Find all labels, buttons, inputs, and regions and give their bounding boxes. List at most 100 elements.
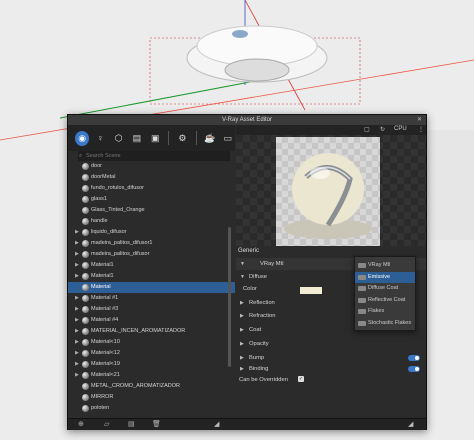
preview-toolbar: ▢ ↻ CPU ⋮ bbox=[236, 125, 426, 135]
save-icon[interactable]: ▤ bbox=[128, 420, 135, 428]
material-list-item[interactable]: MIRROR bbox=[68, 392, 235, 403]
material-list-item[interactable]: ▶ madeira_palitos_difusor bbox=[68, 249, 235, 260]
layer-menu-label: Flakes bbox=[368, 308, 385, 314]
chevron-right-icon[interactable]: ▶ bbox=[75, 304, 79, 315]
color-swatch[interactable] bbox=[300, 287, 322, 294]
material-list-item[interactable]: ▶ Material<12 bbox=[68, 348, 235, 359]
section-label: Opacity bbox=[249, 341, 269, 347]
material-sphere-icon bbox=[82, 185, 89, 192]
material-label: Material #3 bbox=[91, 306, 119, 312]
material-list-item[interactable]: ▶ madeira_palitos_difusor1 bbox=[68, 238, 235, 249]
property-section-5[interactable]: ▶ Opacity bbox=[236, 338, 426, 350]
chevron-right-icon[interactable]: ▶ bbox=[75, 238, 79, 249]
layer-menu-item[interactable]: VRay Mtl bbox=[355, 260, 415, 271]
material-list-item[interactable]: poloten bbox=[68, 403, 235, 414]
material-list-item[interactable]: ▶ MATERIAL_INCEN_AROMATIZADOR bbox=[68, 326, 235, 337]
chevron-right-icon[interactable]: ▶ bbox=[75, 337, 79, 348]
textures-icon[interactable]: ▤ bbox=[130, 131, 144, 146]
chevron-right-icon[interactable]: ▶ bbox=[75, 315, 79, 326]
material-label: madeira_palitos_difusor bbox=[91, 251, 150, 257]
material-type-label: VRay Mtl bbox=[260, 261, 284, 267]
material-label: METAL_CROMO_AROMATIZADOR bbox=[91, 383, 181, 389]
material-sphere-icon bbox=[82, 295, 89, 302]
chevron-right-icon[interactable]: ▶ bbox=[75, 348, 79, 359]
material-list-item[interactable]: Glass_Tinted_Orange bbox=[68, 205, 235, 216]
material-list-item[interactable]: ▶ liquido_difusor bbox=[68, 227, 235, 238]
render-elements-icon[interactable]: ▣ bbox=[148, 131, 162, 146]
material-list-item[interactable]: ▶ Material #1 bbox=[68, 293, 235, 304]
override-checkbox[interactable]: ✓ bbox=[298, 376, 304, 382]
material-list-item[interactable]: glass1 bbox=[68, 194, 235, 205]
settings-icon[interactable]: ⚙ bbox=[175, 131, 189, 146]
material-list-item[interactable]: handle bbox=[68, 216, 235, 227]
more-icon[interactable]: ⋮ bbox=[418, 126, 424, 133]
material-label: MIRROR bbox=[91, 394, 114, 400]
layer-menu-item[interactable]: Emissive bbox=[355, 271, 415, 283]
window-titlebar[interactable]: V-Ray Asset Editor ✕ bbox=[68, 115, 426, 125]
bottom-toolbar: ⊕ ▱ ▤ 🗑 ◢ ◢ bbox=[68, 418, 426, 430]
material-sphere-icon bbox=[82, 174, 89, 181]
material-sphere-icon bbox=[82, 339, 89, 346]
add-icon[interactable]: ⊕ bbox=[78, 420, 84, 428]
material-list-item[interactable]: Material bbox=[68, 282, 235, 293]
material-label: fundo_rotulos_difusor bbox=[91, 185, 144, 191]
material-list-item[interactable]: door bbox=[68, 161, 235, 172]
material-list-item[interactable]: ▶ Material1 bbox=[68, 271, 235, 282]
geometry-icon[interactable]: ⬡ bbox=[112, 131, 126, 146]
search-input[interactable]: ⌕ Search Scene bbox=[78, 151, 230, 161]
override-label: Can be Overridden bbox=[239, 377, 288, 383]
material-list-item[interactable]: fundo_rotulos_difusor bbox=[68, 183, 235, 194]
section-label: Coat bbox=[249, 327, 262, 333]
layer-menu-item[interactable]: Stochastic Flakes bbox=[355, 318, 415, 329]
material-list-item[interactable]: ▶ Material<21 bbox=[68, 370, 235, 381]
material-list-item[interactable]: ▶ Material #3 bbox=[68, 304, 235, 315]
layer-menu-item[interactable]: Diffuse Coat bbox=[355, 283, 415, 294]
properties-tab[interactable]: Generic bbox=[238, 248, 259, 254]
material-label: Material<10 bbox=[91, 339, 120, 345]
close-icon[interactable]: ✕ bbox=[417, 115, 422, 125]
chevron-right-icon: ▶ bbox=[240, 327, 244, 333]
section-label: Refraction bbox=[249, 313, 276, 319]
render-window-icon[interactable]: ▭ bbox=[221, 131, 235, 146]
refresh-icon[interactable]: ↻ bbox=[380, 126, 385, 133]
material-list-item[interactable]: METAL_CROMO_AROMATIZADOR bbox=[68, 381, 235, 392]
material-preview: ▢ ↻ CPU ⋮ bbox=[236, 125, 426, 256]
resize-icon[interactable]: ◢ bbox=[214, 420, 219, 428]
chevron-right-icon[interactable]: ▶ bbox=[75, 260, 79, 271]
material-label: Material #1 bbox=[91, 295, 119, 301]
list-scrollbar[interactable] bbox=[228, 227, 231, 367]
chevron-right-icon[interactable]: ▶ bbox=[75, 271, 79, 282]
open-folder-icon[interactable]: ▱ bbox=[104, 420, 109, 428]
material-list-item[interactable]: ▶ Material<10 bbox=[68, 337, 235, 348]
chevron-right-icon[interactable]: ▶ bbox=[75, 370, 79, 381]
material-label: Material bbox=[91, 284, 111, 290]
render-region-icon[interactable]: ▢ bbox=[364, 126, 370, 133]
delete-icon[interactable]: 🗑 bbox=[152, 420, 161, 428]
material-list-item[interactable]: ▶ Material #4 bbox=[68, 315, 235, 326]
layer-menu-item[interactable]: Flakes bbox=[355, 306, 415, 317]
teapot-icon[interactable]: ☕ bbox=[203, 131, 217, 146]
layer-menu-item[interactable]: Reflective Coat bbox=[355, 295, 415, 306]
chevron-right-icon[interactable]: ▶ bbox=[75, 293, 79, 304]
chevron-right-icon[interactable]: ▶ bbox=[75, 249, 79, 260]
chevron-right-icon[interactable]: ▶ bbox=[75, 326, 79, 337]
pin-icon[interactable]: ◢ bbox=[408, 420, 413, 428]
add-layer-menu: VRay Mtl Emissive Diffuse Coat Reflective C… bbox=[354, 256, 416, 331]
render-mode-label[interactable]: CPU bbox=[394, 126, 407, 132]
materials-icon[interactable]: ◉ bbox=[75, 130, 90, 146]
material-list-item[interactable]: doorMetal bbox=[68, 172, 235, 183]
chevron-right-icon[interactable]: ▶ bbox=[75, 227, 79, 238]
category-toolbar: ◉ ♀ ⬡ ▤ ▣ ⚙ ☕ ▭ bbox=[68, 125, 235, 151]
chevron-right-icon[interactable]: ▶ bbox=[75, 359, 79, 370]
toolbar-divider bbox=[168, 131, 170, 145]
material-list-item[interactable]: ▶ Material1 bbox=[68, 260, 235, 271]
enable-toggle[interactable] bbox=[408, 355, 420, 361]
lights-icon[interactable]: ♀ bbox=[93, 131, 107, 146]
layer-icon bbox=[358, 274, 366, 280]
layer-menu-label: VRay Mtl bbox=[368, 262, 391, 268]
material-sphere-icon bbox=[82, 317, 89, 324]
enable-toggle[interactable] bbox=[408, 366, 420, 372]
material-list-item[interactable]: ▶ Material<19 bbox=[68, 359, 235, 370]
material-label: Material<19 bbox=[91, 361, 120, 367]
material-sphere-icon bbox=[82, 273, 89, 280]
